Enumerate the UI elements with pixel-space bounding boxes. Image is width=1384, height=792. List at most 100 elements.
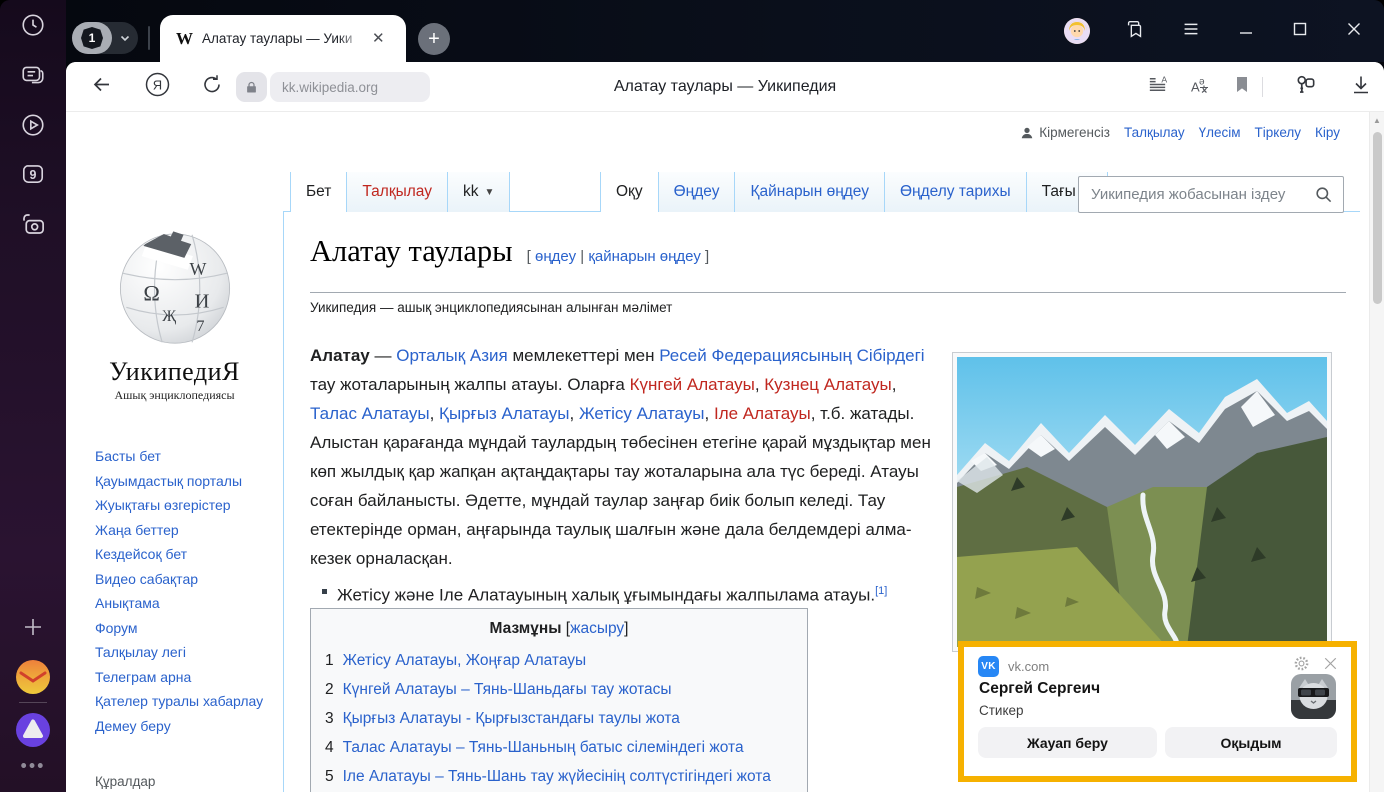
article-bullet: Жетісу және Іле Алатауының халық ұғымынд… <box>322 578 934 609</box>
scrollbar-up-icon[interactable]: ▲ <box>1373 116 1381 125</box>
scrollbar[interactable]: ▲ <box>1369 112 1384 792</box>
collections-icon[interactable] <box>1124 18 1146 45</box>
menu-icon[interactable] <box>1180 18 1202 45</box>
wiki-nav-item: Телеграм арна <box>95 665 271 690</box>
tab-read[interactable]: Оқу <box>600 172 659 212</box>
wiki-user-link[interactable]: Талқылау <box>1124 125 1185 140</box>
article-tagline: Уикипедия — ашық энциклопедиясынан алынғ… <box>310 300 672 315</box>
tab-page[interactable]: Бет <box>290 172 347 212</box>
wiki-search-box[interactable] <box>1078 176 1344 213</box>
minimize-icon[interactable] <box>1236 19 1256 44</box>
lock-icon[interactable] <box>236 72 267 102</box>
wiki-user-link[interactable]: Кіру <box>1315 125 1340 140</box>
history-icon[interactable] <box>20 12 46 38</box>
browser-topbar: 1 W Алатау таулары — Уики ✕ + <box>66 0 1384 62</box>
profile-avatar[interactable] <box>1064 18 1090 44</box>
browser-toolbar: Я kk.wikipedia.org Алатау таулары — Уики… <box>66 62 1384 112</box>
wikipedia-logo[interactable]: Ω W И Җ 7 УикипедиЯ Ашық энциклопедиясы <box>106 222 243 403</box>
close-window-icon[interactable] <box>1344 19 1364 44</box>
toc-item: 4Талас Алатауы – Тянь-Шаньның батыс сіле… <box>311 733 807 762</box>
password-manager-icon[interactable] <box>1292 71 1318 102</box>
back-icon[interactable] <box>90 72 114 101</box>
toc-item: 1Жетісу Алатауы, Жоңғар Алатауы <box>311 646 807 675</box>
anonymous-user: Кірмегенсіз <box>1020 125 1110 140</box>
wiki-nav-list: Басты бетҚауымдастық порталыЖуықтағы өзг… <box>95 444 271 738</box>
search-icon[interactable] <box>1314 185 1333 204</box>
scrollbar-thumb[interactable] <box>1373 132 1382 304</box>
paragraph-segment: Қырғыз Алатауы <box>439 404 569 423</box>
active-tab[interactable]: W Алатау таулары — Уики ✕ <box>160 15 406 62</box>
wiki-user-link[interactable]: Үлесім <box>1199 125 1241 140</box>
search-input[interactable] <box>1091 186 1314 203</box>
wikipedia-favicon: W <box>176 29 193 49</box>
tab-edit-source[interactable]: Қайнарын өңдеу <box>734 172 885 212</box>
paragraph-segment: Талас Алатауы <box>310 404 430 423</box>
tab-edit[interactable]: Өңдеу <box>658 172 736 212</box>
tab-group-pill[interactable]: 1 <box>72 22 138 54</box>
reload-icon[interactable] <box>200 72 224 101</box>
bookmark-icon[interactable] <box>1232 74 1252 99</box>
paragraph-segment: Орталық Азия <box>396 346 508 365</box>
wiki-tools-header: Құралдар <box>95 774 273 792</box>
wiki-user-link[interactable]: Тіркелу <box>1255 125 1302 140</box>
wiki-nav-item: Анықтама <box>95 591 271 616</box>
alice-assistant-icon[interactable] <box>15 712 51 748</box>
vk-notification-popup[interactable]: VK vk.com Сергей Сергеич Стикер Жауап бе… <box>958 641 1357 782</box>
tab-talk[interactable]: Талқылау <box>346 172 448 212</box>
toolbar-separator <box>1262 77 1263 97</box>
address-bar[interactable]: kk.wikipedia.org <box>270 72 430 102</box>
reference-link[interactable]: [1] <box>875 585 887 597</box>
nine-badge-icon[interactable]: 9 <box>20 161 46 187</box>
svg-text:A: A <box>1161 74 1167 84</box>
download-icon[interactable] <box>1349 72 1373 101</box>
wiki-nav-item: Талқылау легі <box>95 640 271 665</box>
wiki-nav-item: Форум <box>95 616 271 641</box>
tab-language[interactable]: kk▼ <box>447 172 510 212</box>
paragraph-segment: , <box>705 404 714 423</box>
heading-rule <box>310 292 1346 293</box>
paragraph-segment: тау жоталарының жалпы атауы. Оларға <box>310 375 630 394</box>
wikipedia-globe-icon: Ω W И Җ 7 <box>111 222 239 350</box>
edit-source-link[interactable]: қайнарын өңдеу <box>588 248 701 265</box>
more-icon[interactable]: ••• <box>21 756 46 777</box>
svg-text:Ω: Ω <box>143 281 159 306</box>
article-heading: Алатау таулары <box>310 234 513 269</box>
tab-group-chevron-icon[interactable] <box>112 32 138 44</box>
browser-content: Я kk.wikipedia.org Алатау таулары — Уики… <box>66 62 1384 792</box>
edit-link[interactable]: өңдеу <box>535 248 576 265</box>
maximize-icon[interactable] <box>1290 19 1310 44</box>
toc-hide-link[interactable]: жасыру <box>570 620 624 637</box>
heading-edit-links: [ өңдеу | қайнарын өңдеу ] <box>527 248 710 265</box>
reply-button[interactable]: Жауап беру <box>978 727 1157 758</box>
mark-read-button[interactable]: Оқыдым <box>1165 727 1337 758</box>
new-tab-button[interactable]: + <box>418 23 450 55</box>
reader-mode-icon[interactable]: A <box>1146 73 1169 101</box>
mail-icon[interactable] <box>15 659 51 695</box>
browser-window: 9 ••• 1 W Алатау таулары — Уики ✕ + <box>0 0 1384 792</box>
tab-group-count: 1 <box>81 27 103 49</box>
tab-close-icon[interactable]: ✕ <box>372 31 385 46</box>
feed-icon[interactable] <box>20 62 46 88</box>
notification-message: Стикер <box>979 703 1024 718</box>
notification-close-icon[interactable] <box>1323 656 1338 676</box>
toc-header: Мазмұны [жасыру] <box>311 620 807 638</box>
mountain-photo <box>957 357 1327 647</box>
article-image[interactable] <box>952 352 1332 652</box>
wiki-logo-title: УикипедиЯ <box>106 357 243 387</box>
wiki-content-divider <box>283 212 284 792</box>
tab-history[interactable]: Өңделу тарихы <box>884 172 1027 212</box>
paragraph-segment: Іле Алатауы <box>714 404 811 423</box>
video-icon[interactable] <box>20 112 46 138</box>
screenshot-icon[interactable] <box>20 211 47 238</box>
yandex-search-icon[interactable]: Я <box>144 71 171 103</box>
notification-sender: Сергей Сергеич <box>979 680 1100 698</box>
translate-icon[interactable]: Aә <box>1187 72 1211 101</box>
sidebar-divider <box>19 702 47 703</box>
wiki-nav-item: Жаңа беттер <box>95 518 271 543</box>
toc-item: 3Қырғыз Алатауы - Қырғызстандағы таулы ж… <box>311 704 807 733</box>
svg-text:7: 7 <box>196 317 204 335</box>
tab-title: Алатау таулары — Уики <box>202 31 352 46</box>
article-paragraph: Алатау — Орталық Азия мемлекеттері мен Р… <box>310 341 934 573</box>
add-panel-icon[interactable] <box>21 615 45 639</box>
paragraph-segment: , <box>430 404 439 423</box>
